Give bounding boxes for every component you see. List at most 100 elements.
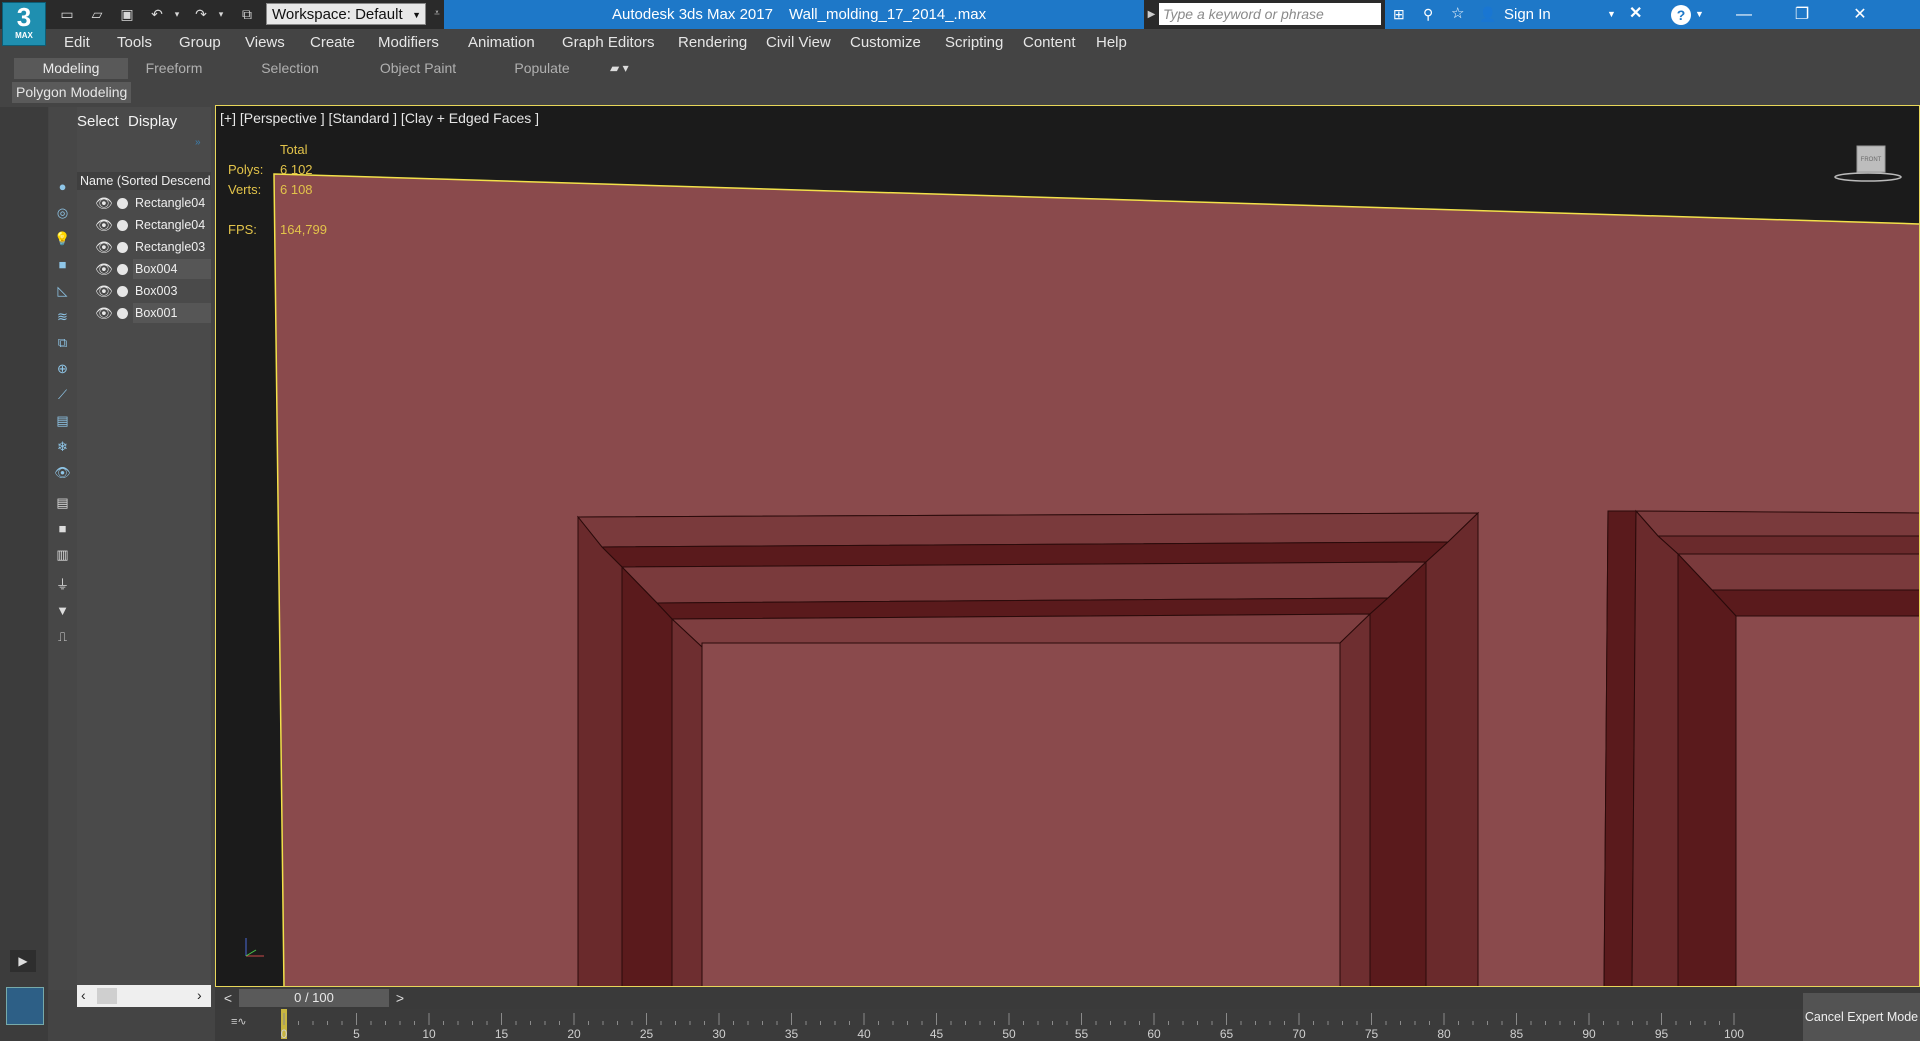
menu-content[interactable]: Content xyxy=(1023,29,1076,56)
list-item[interactable]: 👁 Box003 xyxy=(77,281,211,301)
project-folder-icon[interactable]: ⧉ xyxy=(238,5,256,23)
filter-settings-icon[interactable]: ⏚ xyxy=(53,575,72,594)
expand-search-icon[interactable]: ▶ xyxy=(1144,0,1159,29)
cancel-expert-mode-button[interactable]: Cancel Expert Mode xyxy=(1803,993,1920,1041)
menu-edit[interactable]: Edit xyxy=(64,29,90,56)
sign-in-dropdown-icon[interactable]: ▼ xyxy=(1607,0,1616,29)
time-prev-button[interactable]: < xyxy=(219,989,237,1007)
viewcube[interactable]: FRONT xyxy=(1833,144,1903,184)
geometry-filter-icon[interactable]: ● xyxy=(53,177,72,196)
menu-rendering[interactable]: Rendering xyxy=(678,29,747,56)
binoculars-icon[interactable]: ⊞ xyxy=(1393,5,1413,23)
title-bar: 3 MAX ▭ ▱ ▣ ↶ ▾ ↷ ▾ ⧉ Workspace: Default… xyxy=(0,0,1920,46)
open-file-icon[interactable]: ▱ xyxy=(88,5,106,23)
perspective-viewport[interactable]: [+] [Perspective ] [Standard ] [Clay + E… xyxy=(215,105,1920,987)
lights-filter-icon[interactable]: 💡 xyxy=(53,229,72,248)
menu-views[interactable]: Views xyxy=(245,29,285,56)
menu-tools[interactable]: Tools xyxy=(117,29,152,56)
render-dot-icon[interactable] xyxy=(117,308,128,319)
hidden-filter-icon[interactable]: 👁 xyxy=(53,463,72,482)
layer-icon[interactable]: ⎍ xyxy=(53,627,72,646)
tab-modeling[interactable]: Modeling xyxy=(14,58,128,79)
menu-group[interactable]: Group xyxy=(179,29,221,56)
tab-object-paint[interactable]: Object Paint xyxy=(368,58,468,79)
track-bar[interactable]: ≡∿ 0 5 10 15 20 25 30 35 40 45 50 55 60 65 70 75 80 85 90 9… xyxy=(215,1009,1805,1041)
tab-populate[interactable]: Populate xyxy=(498,58,586,79)
search-input[interactable]: Type a keyword or phrase xyxy=(1159,3,1381,25)
menu-customize[interactable]: Customize xyxy=(850,29,921,56)
polygon-modeling-label[interactable]: Polygon Modeling xyxy=(12,82,132,103)
time-next-button[interactable]: > xyxy=(391,989,409,1007)
satellite-icon[interactable]: ⚲ xyxy=(1423,5,1443,23)
menu-scripting[interactable]: Scripting xyxy=(945,29,1003,56)
exchange-apps-icon[interactable]: ✕ xyxy=(1629,4,1651,24)
max-script-listener-button[interactable] xyxy=(6,987,44,1025)
undo-dropdown-icon[interactable]: ▾ xyxy=(172,5,182,23)
explorer-select-tab[interactable]: Select xyxy=(77,113,119,130)
viewport-label[interactable]: [+] [Perspective ] [Standard ] [Clay + E… xyxy=(220,110,539,126)
list-item[interactable]: 👁 Rectangle04 xyxy=(77,215,211,235)
favorites-star-icon[interactable]: ☆ xyxy=(1451,5,1471,23)
display-none-icon[interactable]: ■ xyxy=(53,519,72,538)
render-dot-icon[interactable] xyxy=(117,198,128,209)
explorer-horizontal-scrollbar[interactable]: ‹ › xyxy=(77,985,211,1007)
sign-in-button[interactable]: Sign In xyxy=(1504,0,1551,29)
visibility-eye-icon[interactable]: 👁 xyxy=(95,259,113,279)
undo-icon[interactable]: ↶ xyxy=(148,5,166,23)
display-all-icon[interactable]: ▤ xyxy=(53,493,72,512)
list-item[interactable]: 👁 Rectangle03 xyxy=(77,237,211,257)
close-icon[interactable]: ✕ xyxy=(1831,0,1889,29)
restore-icon[interactable]: ❐ xyxy=(1773,0,1831,29)
list-item[interactable]: 👁 Box004 xyxy=(77,259,211,279)
help-dropdown-icon[interactable]: ▼ xyxy=(1695,0,1704,29)
new-file-icon[interactable]: ▭ xyxy=(58,5,76,23)
expand-arrow-icon[interactable]: ▶ xyxy=(10,950,36,972)
render-dot-icon[interactable] xyxy=(117,264,128,275)
tab-selection[interactable]: Selection xyxy=(245,58,335,79)
save-icon[interactable]: ▣ xyxy=(118,5,136,23)
menu-civil-view[interactable]: Civil View xyxy=(766,29,831,56)
visibility-eye-icon[interactable]: 👁 xyxy=(95,215,113,235)
space-warps-filter-icon[interactable]: ≋ xyxy=(53,307,72,326)
minimize-icon[interactable]: — xyxy=(1715,0,1773,29)
scroll-left-icon[interactable]: ‹ xyxy=(81,987,86,1003)
ribbon-options-icon[interactable]: ▰ ▾ xyxy=(610,60,640,76)
workspace-dropdown[interactable]: Workspace: Default ▼ xyxy=(266,3,426,25)
list-item[interactable]: 👁 Box001 xyxy=(77,303,211,323)
groups-filter-icon[interactable]: ⧉ xyxy=(53,333,72,352)
render-dot-icon[interactable] xyxy=(117,286,128,297)
bones-filter-icon[interactable]: ⟋ xyxy=(53,385,72,404)
containers-filter-icon[interactable]: ▤ xyxy=(53,411,72,430)
menu-graph-editors[interactable]: Graph Editors xyxy=(562,29,655,56)
scroll-right-icon[interactable]: › xyxy=(197,987,202,1003)
redo-dropdown-icon[interactable]: ▾ xyxy=(216,5,226,23)
helpers-filter-icon[interactable]: ◺ xyxy=(53,281,72,300)
menu-create[interactable]: Create xyxy=(310,29,355,56)
frozen-filter-icon[interactable]: ❄ xyxy=(53,437,72,456)
scroll-thumb[interactable] xyxy=(97,988,117,1004)
render-dot-icon[interactable] xyxy=(117,220,128,231)
visibility-eye-icon[interactable]: 👁 xyxy=(95,193,113,213)
menu-animation[interactable]: Animation xyxy=(468,29,535,56)
redo-icon[interactable]: ↷ xyxy=(192,5,210,23)
menu-help[interactable]: Help xyxy=(1096,29,1127,56)
xref-filter-icon[interactable]: ⊕ xyxy=(53,359,72,378)
time-slider[interactable]: 0 / 100 xyxy=(239,989,389,1007)
shapes-filter-icon[interactable]: ◎ xyxy=(53,203,72,222)
render-dot-icon[interactable] xyxy=(117,242,128,253)
menu-modifiers[interactable]: Modifiers xyxy=(378,29,439,56)
filter-icon[interactable]: ▼ xyxy=(53,601,72,620)
tab-freeform[interactable]: Freeform xyxy=(130,58,218,79)
display-invert-icon[interactable]: ▥ xyxy=(53,545,72,564)
explorer-display-tab[interactable]: Display xyxy=(128,113,177,130)
explorer-column-header[interactable]: Name (Sorted Descending) xyxy=(77,172,211,190)
cameras-filter-icon[interactable]: ■ xyxy=(53,255,72,274)
visibility-eye-icon[interactable]: 👁 xyxy=(95,281,113,301)
help-icon[interactable]: ? xyxy=(1671,5,1691,25)
visibility-eye-icon[interactable]: 👁 xyxy=(95,303,113,323)
visibility-eye-icon[interactable]: 👁 xyxy=(95,237,113,257)
user-icon[interactable]: 👤 xyxy=(1479,5,1499,23)
app-logo-button[interactable]: 3 MAX xyxy=(2,2,46,46)
explorer-expand-icon[interactable]: » xyxy=(195,137,201,148)
list-item[interactable]: 👁 Rectangle04 xyxy=(77,193,211,213)
